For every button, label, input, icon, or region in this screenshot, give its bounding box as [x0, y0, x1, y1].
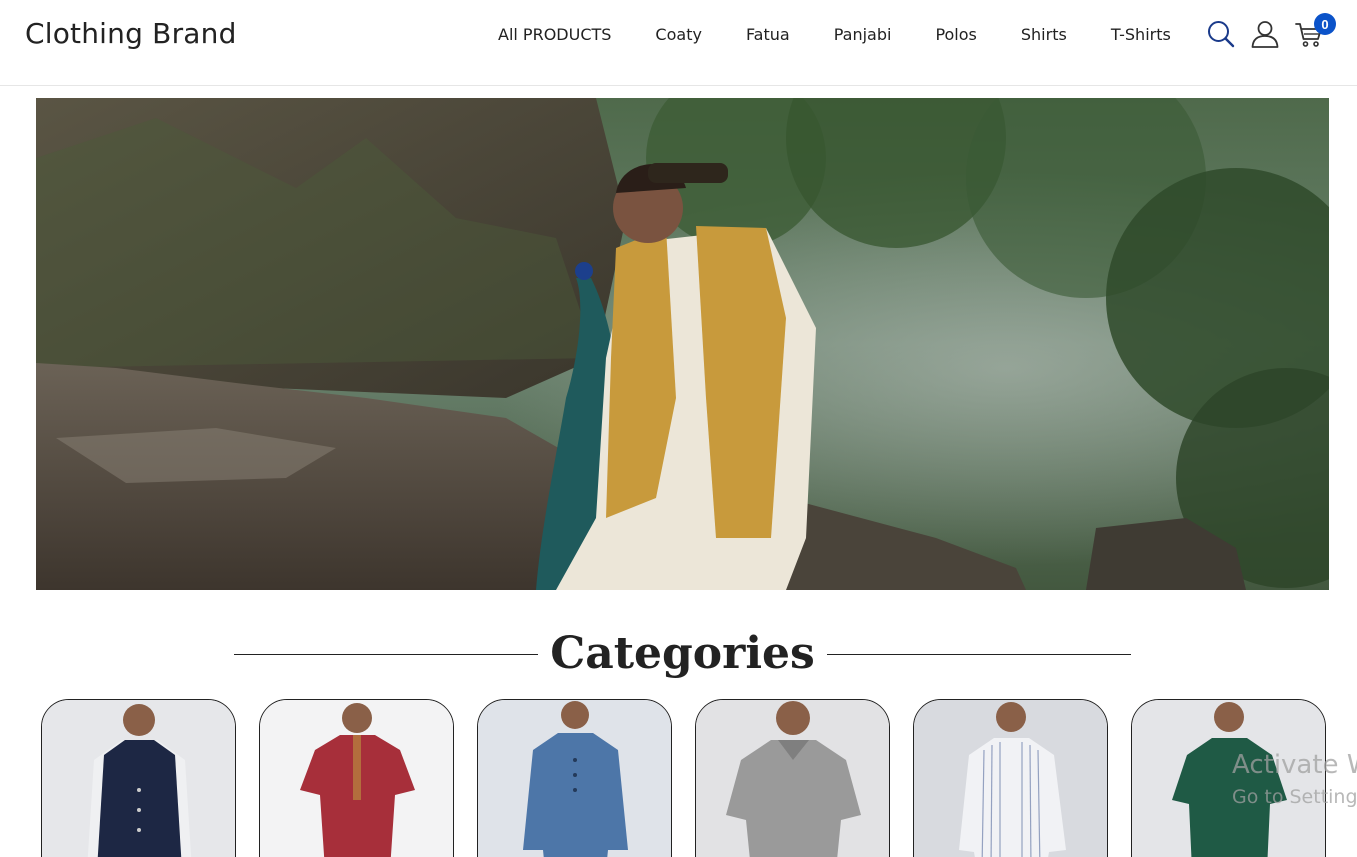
nav-coaty[interactable]: Coaty: [633, 25, 724, 45]
category-image-panjabi: [478, 700, 671, 857]
categories-heading: Categories: [234, 626, 1131, 682]
category-image-polos: [696, 700, 889, 857]
category-card-panjabi[interactable]: [477, 699, 672, 857]
nav-t-shirts[interactable]: T-Shirts: [1089, 25, 1193, 45]
category-card-coaty[interactable]: [41, 699, 236, 857]
heading-rule-left: [234, 653, 539, 655]
search-icon: [1208, 21, 1235, 48]
nav-shirts[interactable]: Shirts: [999, 25, 1089, 45]
brand-logo[interactable]: Clothing Brand: [25, 17, 237, 50]
search-button[interactable]: [1206, 18, 1236, 50]
hero-image: [36, 98, 1329, 590]
category-image-t-shirts: [1132, 700, 1325, 857]
category-card-t-shirts[interactable]: [1131, 699, 1326, 857]
hero-banner[interactable]: [36, 98, 1329, 590]
category-card-fatua[interactable]: [259, 699, 454, 857]
cart-button[interactable]: 0: [1294, 13, 1336, 50]
categories-title: Categories: [550, 628, 815, 679]
category-image-fatua: [260, 700, 453, 857]
category-list: [41, 699, 1326, 857]
category-image-shirts: [914, 700, 1107, 857]
header-icons: 0: [1206, 13, 1336, 50]
category-card-polos[interactable]: [695, 699, 890, 857]
site-header: Clothing Brand All PRODUCTS Coaty Fatua …: [0, 0, 1357, 86]
main-nav: All PRODUCTS Coaty Fatua Panjabi Polos S…: [476, 25, 1193, 45]
nav-panjabi[interactable]: Panjabi: [812, 25, 914, 45]
nav-fatua[interactable]: Fatua: [724, 25, 812, 45]
heading-rule-right: [826, 653, 1131, 655]
cart-count-badge: 0: [1314, 13, 1336, 35]
nav-polos[interactable]: Polos: [913, 25, 998, 45]
nav-all-products[interactable]: All PRODUCTS: [476, 25, 633, 45]
account-button[interactable]: [1250, 18, 1280, 50]
user-icon: [1251, 21, 1279, 48]
category-image-coaty: [42, 700, 235, 857]
category-card-shirts[interactable]: [913, 699, 1108, 857]
